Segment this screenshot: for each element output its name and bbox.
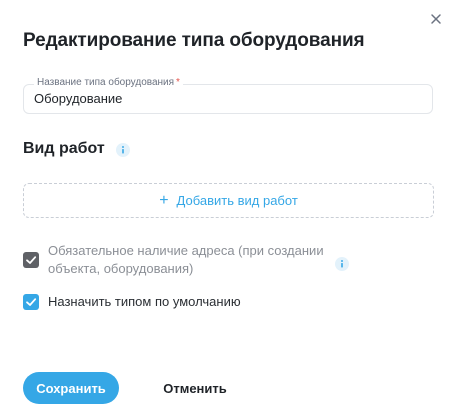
save-button[interactable]: Сохранить xyxy=(23,372,119,404)
default-type-label: Назначить типом по умолчанию xyxy=(48,294,241,309)
plus-icon: + xyxy=(159,191,169,209)
dialog-title: Редактирование типа оборудования xyxy=(23,30,365,51)
checkmark-icon xyxy=(26,298,37,306)
address-required-label: Обязательное наличие адреса (при создани… xyxy=(48,243,324,276)
equipment-type-name-input[interactable] xyxy=(34,91,414,107)
checkmark-icon xyxy=(26,256,37,264)
info-icon xyxy=(116,143,130,157)
edit-equipment-type-dialog: Редактирование типа оборудования Названи… xyxy=(0,0,457,415)
cancel-button[interactable]: Отменить xyxy=(150,372,240,404)
field-label: Название типа оборудования * xyxy=(34,77,183,89)
address-required-info-icon[interactable] xyxy=(335,257,349,271)
info-icon xyxy=(335,257,349,271)
equipment-type-name-field[interactable]: Название типа оборудования * xyxy=(23,77,433,114)
close-icon xyxy=(431,14,441,24)
add-work-type-label: Добавить вид работ xyxy=(176,193,298,208)
work-types-heading: Вид работ xyxy=(23,140,105,157)
required-mark: * xyxy=(176,77,180,88)
default-type-checkbox[interactable] xyxy=(23,294,39,310)
close-button[interactable] xyxy=(427,10,445,28)
field-label-text: Название типа оборудования xyxy=(37,77,175,88)
work-types-info-icon[interactable] xyxy=(116,143,130,157)
add-work-type-button[interactable]: + Добавить вид работ xyxy=(23,183,434,218)
address-required-checkbox[interactable] xyxy=(23,252,39,268)
